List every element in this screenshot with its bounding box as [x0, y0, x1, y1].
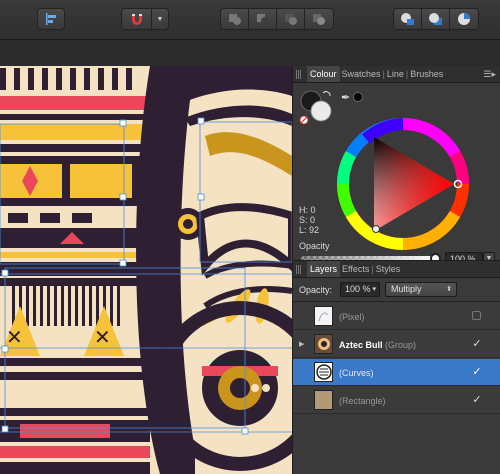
expand-triangle-icon[interactable]: ▶ — [299, 340, 304, 348]
arrange-forward-icon — [458, 13, 470, 25]
panel-menu-icon[interactable]: ☰▸ — [483, 69, 496, 80]
boolean-add-button[interactable] — [221, 9, 249, 29]
layer-name: (Rectangle) — [339, 396, 386, 406]
snapping-magnet-icon — [131, 14, 142, 25]
layer-row-pixel[interactable]: (Pixel) — [293, 303, 500, 330]
dropdown-chevron-icon: ▼ — [156, 15, 164, 23]
layer-group-suffix: (Group) — [385, 340, 417, 350]
layer-row-aztec-bull[interactable]: ▶ Aztec Bull (Group) ✓ — [293, 331, 500, 358]
svg-text:✕: ✕ — [6, 327, 23, 349]
align-left-button[interactable] — [37, 8, 65, 30]
snapping-button[interactable] — [122, 9, 152, 29]
arrange-forward-button[interactable] — [450, 9, 478, 29]
layer-thumbnail — [314, 306, 333, 326]
layer-name-bold: Aztec Bull — [339, 340, 383, 350]
boolean-divide-button[interactable] — [305, 9, 333, 29]
saturation-value: S: 0 — [299, 215, 316, 225]
tab-styles[interactable]: Styles — [374, 264, 403, 274]
panel-grip-icon[interactable] — [296, 265, 302, 274]
boolean-group — [220, 8, 334, 30]
snapping-group: ▼ — [121, 8, 169, 30]
panel-grip-icon[interactable] — [296, 70, 302, 79]
boolean-add-icon — [228, 14, 241, 25]
fill-stroke-swatch[interactable] — [299, 89, 339, 129]
document-canvas[interactable]: ✕ ✕ — [0, 66, 292, 474]
layer-opacity-field[interactable]: 100 % ▾ — [340, 282, 380, 297]
hue-value: H: 0 — [299, 205, 316, 215]
colour-wheel[interactable] — [336, 117, 470, 251]
eyedropper-icon[interactable]: ✒ — [341, 91, 350, 104]
tab-colour[interactable]: Colour — [307, 66, 340, 82]
boolean-intersect-icon — [284, 14, 297, 25]
layer-visibility-check[interactable]: ✓ — [471, 338, 483, 350]
colour-panel-tabs: Colour Swatches | Line | Brushes ☰▸ — [293, 66, 500, 83]
boolean-subtract-button[interactable] — [249, 9, 277, 29]
boolean-subtract-icon — [256, 14, 269, 25]
tab-effects[interactable]: Effects — [340, 264, 371, 274]
chevron-down-icon: ▾ — [372, 286, 376, 293]
layer-opacity-bar: Opacity: 100 % ▾ Multiply ⬍ — [293, 278, 500, 302]
colour-panel: ✒ H: 0 S: 0 L: 92 Opacity 100 % ▼ — [293, 83, 500, 266]
snapping-options-dropdown[interactable]: ▼ — [152, 9, 168, 29]
chevron-updown-icon: ⬍ — [446, 286, 452, 293]
blend-mode-select[interactable]: Multiply ⬍ — [385, 282, 457, 297]
tab-line[interactable]: Line — [385, 69, 406, 79]
layer-thumbnail — [314, 362, 333, 382]
layer-row-curves[interactable]: (Curves) ✓ — [293, 359, 500, 386]
aztec-bull-artwork: ✕ ✕ — [0, 66, 292, 474]
svg-text:✕: ✕ — [94, 327, 111, 349]
arrange-front-icon — [428, 13, 442, 25]
tab-layers[interactable]: Layers — [307, 261, 341, 277]
layer-visibility-check[interactable]: ✓ — [471, 394, 483, 406]
opacity-label: Opacity — [299, 241, 330, 251]
layer-name: (Pixel) — [339, 312, 365, 322]
boolean-divide-icon — [313, 14, 325, 25]
tab-brushes[interactable]: Brushes — [408, 69, 445, 79]
arrange-back-icon — [400, 13, 414, 25]
align-left-icon — [46, 13, 56, 25]
black-colour-swatch[interactable] — [353, 92, 363, 102]
ruler-area — [0, 40, 292, 66]
lightness-value: L: 92 — [299, 225, 320, 235]
toolbar: ▼ — [0, 0, 500, 40]
layer-opacity-label: Opacity: — [299, 285, 333, 295]
layer-name: Aztec Bull (Group) — [339, 340, 416, 350]
hsl-readout: H: 0 S: 0 L: 92 — [299, 205, 319, 235]
layer-row-rectangle[interactable]: (Rectangle) ✓ — [293, 387, 500, 414]
blend-mode-value: Multiply — [391, 284, 422, 294]
layer-visibility-check[interactable]: ✓ — [471, 366, 483, 378]
studio-panel: Colour Swatches | Line | Brushes ☰▸ ✒ H:… — [292, 66, 500, 474]
layer-name: (Curves) — [339, 368, 374, 378]
arrange-group — [393, 8, 479, 30]
colour-handle[interactable] — [372, 225, 380, 233]
arrange-back-button[interactable] — [394, 9, 422, 29]
layer-opacity-value: 100 % — [345, 284, 371, 294]
arrange-front-button[interactable] — [422, 9, 450, 29]
layer-thumbnail — [314, 390, 333, 410]
tab-swatches[interactable]: Swatches — [340, 69, 383, 79]
layer-thumbnail — [314, 334, 333, 354]
layer-visibility-checkbox[interactable] — [472, 311, 481, 320]
layers-panel-tabs: Layers Effects | Styles — [293, 260, 500, 278]
boolean-intersect-button[interactable] — [277, 9, 305, 29]
